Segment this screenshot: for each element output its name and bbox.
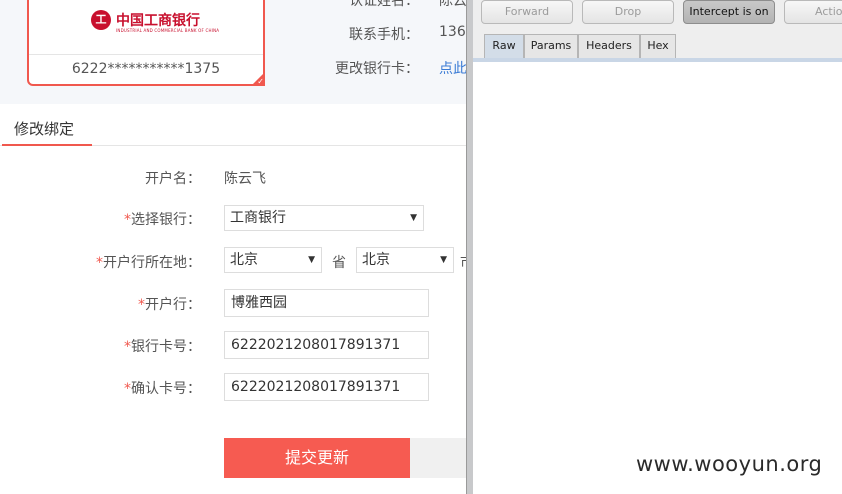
required-mark: * bbox=[96, 255, 103, 271]
watermark: www.wooyun.org bbox=[636, 452, 823, 476]
required-mark: * bbox=[124, 212, 131, 228]
name-label: 认证姓名： bbox=[349, 0, 419, 9]
intercept-toolbar: Forward Drop Intercept is on Action bbox=[473, 0, 842, 30]
card-divider bbox=[29, 54, 263, 55]
icbc-logo: 工 中国工商银行 INDUSTRIAL AND COMMERCIAL BANK … bbox=[91, 8, 219, 40]
required-mark: * bbox=[138, 297, 145, 313]
icbc-logo-icon: 工 bbox=[91, 10, 111, 30]
bank-label: *选择银行： bbox=[124, 212, 201, 228]
dropdown-arrow-icon: ▼ bbox=[440, 255, 447, 265]
required-mark: * bbox=[124, 381, 131, 397]
tab-params[interactable]: Params bbox=[524, 34, 578, 58]
change-card-label: 更改银行卡： bbox=[335, 61, 419, 77]
confirm-card-label: *确认卡号： bbox=[124, 381, 201, 397]
drop-button[interactable]: Drop bbox=[582, 0, 674, 24]
active-tab-underline bbox=[2, 144, 92, 146]
card-number: 6222***********1375 bbox=[71, 61, 221, 77]
action-button[interactable]: Action bbox=[784, 0, 842, 24]
panel-splitter[interactable] bbox=[466, 0, 473, 494]
confirm-card-input[interactable]: 6222021208017891371 bbox=[224, 373, 429, 401]
branch-label: *开户行： bbox=[138, 297, 201, 313]
dropdown-arrow-icon: ▼ bbox=[308, 255, 315, 265]
bank-name: 中国工商银行 bbox=[116, 13, 200, 29]
raw-request-editor[interactable] bbox=[473, 62, 842, 494]
web-page: 工 中国工商银行 INDUSTRIAL AND COMMERCIAL BANK … bbox=[0, 0, 466, 494]
province-select-value: 北京 bbox=[230, 252, 258, 268]
tab-headers[interactable]: Headers bbox=[578, 34, 640, 58]
message-tabs: Raw Params Headers Hex bbox=[473, 30, 842, 58]
card-number-label: *银行卡号： bbox=[124, 339, 201, 355]
burp-proxy-panel: Forward Drop Intercept is on Action Raw … bbox=[466, 0, 842, 494]
check-icon: ✓ bbox=[257, 77, 264, 86]
city-select[interactable]: 北京 ▼ bbox=[356, 247, 454, 273]
bank-card[interactable]: 工 中国工商银行 INDUSTRIAL AND COMMERCIAL BANK … bbox=[27, 0, 265, 86]
required-mark: * bbox=[124, 339, 131, 355]
tab-hex[interactable]: Hex bbox=[640, 34, 676, 58]
province-suffix: 省 bbox=[332, 255, 346, 271]
selected-corner-badge: ✓ bbox=[251, 72, 265, 86]
bank-select-value: 工商银行 bbox=[230, 210, 286, 226]
card-number-input[interactable]: 6222021208017891371 bbox=[224, 331, 429, 359]
submit-update-button[interactable]: 提交更新 bbox=[224, 438, 410, 478]
intercept-toggle-button[interactable]: Intercept is on bbox=[683, 0, 775, 24]
city-select-value: 北京 bbox=[362, 252, 390, 268]
forward-button[interactable]: Forward bbox=[481, 0, 573, 24]
tab-raw[interactable]: Raw bbox=[484, 34, 524, 58]
holder-value: 陈云飞 bbox=[224, 171, 266, 187]
dropdown-arrow-icon: ▼ bbox=[410, 213, 417, 223]
phone-value: 136 bbox=[439, 24, 466, 40]
secondary-button[interactable] bbox=[410, 438, 466, 478]
location-label: *开户行所在地： bbox=[96, 255, 201, 271]
province-select[interactable]: 北京 ▼ bbox=[224, 247, 322, 273]
name-value: 陈云 bbox=[439, 0, 466, 9]
tab-modify-binding[interactable]: 修改绑定 bbox=[14, 118, 74, 139]
bank-name-en: INDUSTRIAL AND COMMERCIAL BANK OF CHINA bbox=[116, 28, 220, 33]
phone-label: 联系手机： bbox=[349, 27, 419, 43]
bank-select[interactable]: 工商银行 ▼ bbox=[224, 205, 424, 231]
branch-input[interactable]: 博雅西园 bbox=[224, 289, 429, 317]
holder-label: 开户名： bbox=[145, 171, 201, 187]
change-card-link[interactable]: 点此 bbox=[439, 58, 466, 78]
